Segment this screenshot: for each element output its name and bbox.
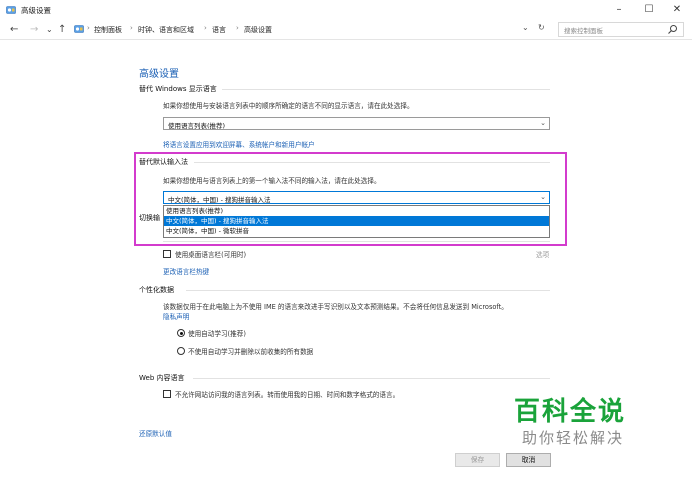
display-language-heading: 替代 Windows 显示语言 [139,85,217,93]
refresh-button[interactable]: ↻ [538,23,545,32]
watermark-subtitle: 助你轻松解决 [522,429,625,447]
no-auto-learning-label: 不使用自动学习并删除以前收集的所有数据 [188,348,314,356]
forward-button[interactable]: → [30,24,38,35]
section-divider [222,89,550,90]
breadcrumb-clock-language-region[interactable]: 时钟、语言和区域 [138,25,194,35]
options-link[interactable]: 选项 [536,249,549,259]
maximize-button[interactable]: ☐ [634,0,664,20]
search-input[interactable]: 搜索控制面板 [558,22,684,37]
radio-selected-dot [180,332,183,335]
window-title: 高级设置 [21,6,51,15]
chevron-down-icon: ⌄ [540,119,546,127]
breadcrumb-advanced-settings[interactable]: 高级设置 [244,25,272,35]
desktop-language-bar-checkbox[interactable] [163,250,171,258]
breadcrumb-separator: › [87,24,90,32]
recent-locations-button[interactable]: ⌄ [46,24,53,35]
section-divider [193,378,550,379]
save-button[interactable]: 保存 [455,453,500,467]
personalization-description: 该数据仅用于在此电脑上为不使用 IME 的语言来改进手写识别以及文本预测结果。不… [163,303,508,311]
address-bar[interactable]: › 控制面板 › 时钟、语言和区域 › 语言 › 高级设置 ⌄ ↻ [74,23,550,37]
personalization-heading: 个性化数据 [139,286,174,294]
auto-learning-label: 使用自动学习(推荐) [188,330,246,338]
privacy-statement-link[interactable]: 隐私声明 [163,311,189,321]
display-language-selected: 使用语言列表(推荐) [168,122,226,130]
control-panel-icon [6,5,16,15]
web-content-language-heading: Web 内容语言 [139,374,185,382]
breadcrumb-control-panel[interactable]: 控制面板 [94,25,122,35]
display-language-select[interactable]: 使用语言列表(推荐) ⌄ [163,117,550,130]
web-language-checkbox[interactable] [163,390,171,398]
apply-language-settings-link[interactable]: 将语言设置应用到欢迎屏幕、系统帐户和新用户帐户 [163,139,315,149]
search-placeholder: 搜索控制面板 [564,27,603,35]
back-button[interactable]: ← [10,24,18,35]
no-auto-learning-radio[interactable] [177,347,185,355]
watermark: 百科全说 助你轻松解决 [494,383,672,463]
change-hotkeys-link[interactable]: 更改语言栏热键 [163,266,209,276]
control-panel-icon [74,24,84,34]
breadcrumb-separator: › [204,24,207,32]
minimize-button[interactable]: – [604,0,634,20]
restore-defaults-link[interactable]: 还原默认值 [139,428,172,438]
title-bar: 高级设置 – ☐ ✕ [0,0,692,20]
cancel-button[interactable]: 取消 [506,453,551,467]
up-button[interactable]: ↑ [58,24,66,35]
search-icon[interactable] [667,24,678,35]
display-language-description: 如果你想使用与安装语言列表中的顺序所确定的语言不同的显示语言，请在此处选择。 [163,102,414,110]
section-divider [186,290,550,291]
breadcrumb-language[interactable]: 语言 [212,25,226,35]
watermark-title: 百科全说 [514,397,627,427]
web-language-label: 不允许网站访问我的语言列表。转而使用我的日期、时间和数字格式的语言。 [175,391,400,399]
auto-learning-radio[interactable] [177,329,185,337]
close-button[interactable]: ✕ [662,0,692,20]
desktop-language-bar-label: 使用桌面语言栏(可用时) [175,251,247,259]
highlight-box [134,152,567,246]
breadcrumb-separator: › [236,24,239,32]
page-title: 高级设置 [139,69,179,80]
address-dropdown-button[interactable]: ⌄ [522,23,529,32]
navigation-bar: ← → ⌄ ↑ › 控制面板 › 时钟、语言和区域 › 语言 › 高级设置 ⌄ … [0,20,692,40]
breadcrumb-separator: › [130,24,133,32]
